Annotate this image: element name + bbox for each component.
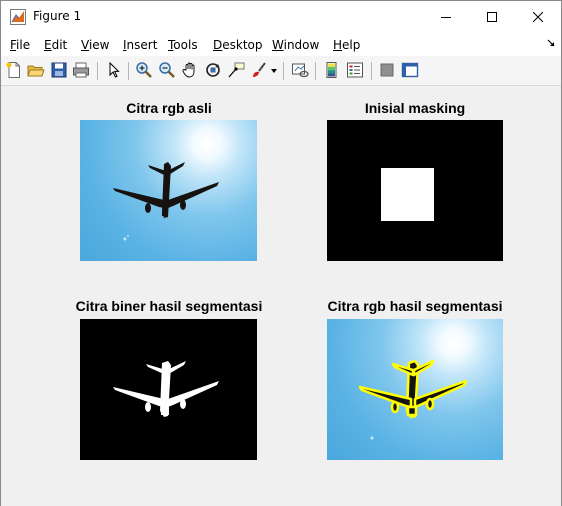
- close-icon: [533, 11, 543, 22]
- initial-mask-image[interactable]: [327, 120, 503, 261]
- subplot-title: Inisial masking: [364, 100, 466, 116]
- matlab-figure-icon: [10, 9, 26, 25]
- binary-segmentation-image[interactable]: [80, 319, 257, 460]
- zoom-out-icon[interactable]: [158, 61, 176, 79]
- menu-view[interactable]: View: [81, 38, 109, 52]
- window-title: Figure 1: [33, 9, 82, 23]
- save-icon[interactable]: [50, 61, 68, 79]
- data-cursor-icon[interactable]: [227, 61, 245, 79]
- toolbar-separator: [128, 62, 129, 80]
- minimize-button[interactable]: [423, 1, 469, 32]
- figure-toolbar: [1, 56, 561, 86]
- colorbar-icon[interactable]: [323, 61, 341, 79]
- mask-square: [381, 168, 434, 221]
- hide-plot-tools-icon[interactable]: [378, 61, 396, 79]
- dock-figure-icon[interactable]: [547, 39, 555, 47]
- brush-icon[interactable]: [250, 61, 268, 79]
- original-rgb-image[interactable]: [80, 120, 257, 261]
- figure-window: Figure 1 File Edit View Insert Tools Des…: [0, 0, 562, 506]
- menu-desktop[interactable]: Desktop: [213, 38, 263, 52]
- menu-bar: File Edit View Insert Tools Desktop Wind…: [1, 32, 561, 56]
- zoom-in-icon[interactable]: [135, 61, 153, 79]
- menu-file[interactable]: File: [10, 38, 30, 52]
- close-button[interactable]: [515, 1, 561, 32]
- segmented-airplane-with-contour: [358, 359, 468, 440]
- menu-tools[interactable]: Tools: [168, 38, 198, 52]
- pointer-icon[interactable]: [105, 61, 123, 79]
- toolbar-separator: [315, 62, 316, 80]
- print-icon[interactable]: [72, 61, 90, 79]
- airplane-silhouette: [113, 162, 219, 241]
- title-bar[interactable]: Figure 1: [1, 1, 561, 32]
- subplot-title: Citra rgb asli: [126, 100, 212, 116]
- toolbar-separator: [283, 62, 284, 80]
- link-plot-icon[interactable]: [291, 61, 309, 79]
- rgb-segmentation-image[interactable]: [327, 319, 503, 460]
- menu-insert[interactable]: Insert: [123, 38, 157, 52]
- subplot-title: Citra biner hasil segmentasi: [75, 298, 263, 314]
- binary-airplane-mask: [113, 361, 219, 417]
- minimize-icon: [441, 16, 451, 18]
- new-figure-icon[interactable]: [5, 61, 23, 79]
- brush-dropdown-icon[interactable]: [271, 68, 277, 74]
- show-plot-tools-icon[interactable]: [401, 61, 419, 79]
- legend-icon[interactable]: [346, 61, 364, 79]
- toolbar-separator: [97, 62, 98, 80]
- maximize-icon: [487, 11, 497, 22]
- open-file-icon[interactable]: [27, 61, 45, 79]
- figure-canvas: Citra rgb asli Inisial masking Citra bin…: [1, 87, 561, 506]
- subplot-title: Citra rgb hasil segmentasi: [327, 298, 503, 314]
- rotate-3d-icon[interactable]: [204, 61, 222, 79]
- menu-help[interactable]: Help: [333, 38, 360, 52]
- toolbar-separator: [371, 62, 372, 80]
- menu-window[interactable]: Window: [272, 38, 319, 52]
- maximize-button[interactable]: [469, 1, 515, 32]
- pan-icon[interactable]: [181, 61, 199, 79]
- menu-file-label: ile: [16, 38, 31, 52]
- menu-edit[interactable]: Edit: [44, 38, 67, 52]
